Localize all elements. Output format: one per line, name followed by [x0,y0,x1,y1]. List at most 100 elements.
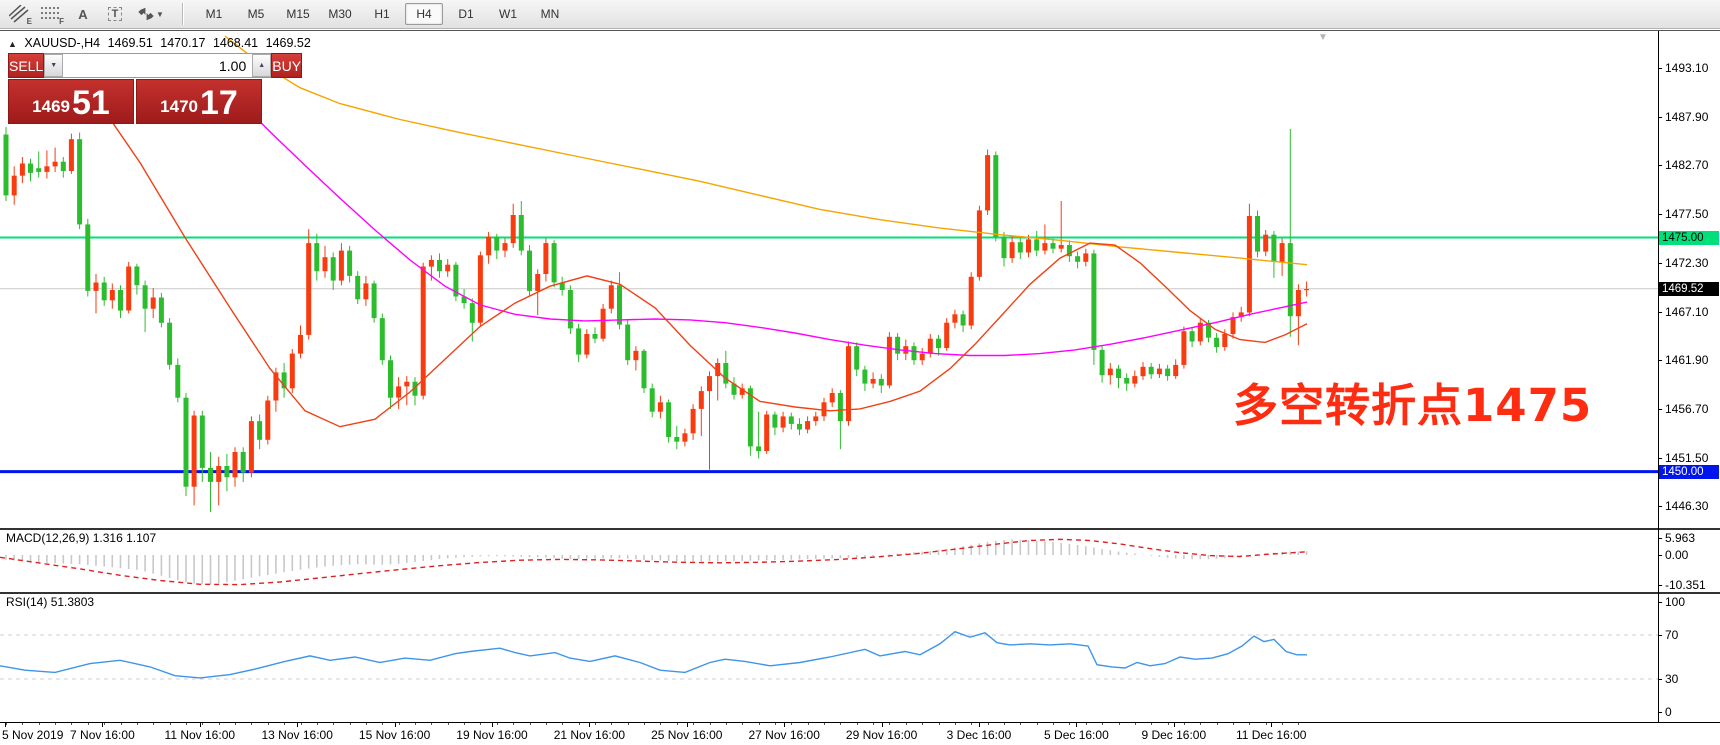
macd-label: MACD(12,26,9) 1.316 1.107 [6,531,156,545]
time-minor-tick [480,723,481,725]
chevron-down-icon: ▼ [156,10,164,19]
timeframe-button-m30[interactable]: M30 [321,3,359,25]
tool-letter: F [59,17,64,26]
time-minor-tick [448,723,449,725]
time-tick [200,723,201,727]
equidistant-channel-icon[interactable]: E [6,3,32,25]
time-minor-tick [955,723,956,725]
buy-price-small: 1470 [160,94,198,120]
buy-price-display[interactable]: 1470 17 [136,79,262,124]
rsi-axis-label: 30 [1665,672,1678,686]
chart-top-border [0,30,1720,31]
time-minor-tick [399,723,400,725]
timeframe-button-m15[interactable]: M15 [279,3,317,25]
text-tool-icon[interactable]: A [70,3,96,25]
time-axis-label: 13 Nov 16:00 [252,728,342,742]
timeframe-button-m5[interactable]: M5 [237,3,275,25]
rsi-label: RSI(14) 51.3803 [6,595,94,609]
time-minor-tick [1020,723,1021,725]
price-axis-label: 1461.90 [1665,353,1708,367]
fibonacci-retracement-icon[interactable]: F [38,3,64,25]
time-minor-tick [186,723,187,725]
buy-button[interactable]: BUY [271,53,302,78]
timeframe-button-h4[interactable]: H4 [405,3,443,25]
timeframe-button-d1[interactable]: D1 [447,3,485,25]
time-minor-tick [333,723,334,725]
symbol-arrow-icon: ▲ [8,39,17,49]
time-minor-tick [742,723,743,725]
time-minor-tick [1004,723,1005,725]
time-minor-tick [22,723,23,725]
timeframe-button-m1[interactable]: M1 [195,3,233,25]
time-minor-tick [791,723,792,725]
time-minor-tick [710,723,711,725]
rsi-indicator-panel[interactable] [0,594,1658,722]
time-minor-tick [382,723,383,725]
time-axis-label: 21 Nov 16:00 [544,728,634,742]
timeframe-button-h1[interactable]: H1 [363,3,401,25]
chart-shift-marker-icon[interactable]: ▼ [1318,32,1328,43]
ohlc-close: 1469.52 [266,36,311,50]
tool-letter: T [108,7,123,21]
time-tick [1174,723,1175,727]
price-axis-label: 1451.50 [1665,451,1708,465]
toolbar: E F A T ▼ M1M5M15M30H1H4D1W1MN [0,0,1720,29]
time-minor-tick [71,723,72,725]
time-minor-tick [595,723,596,725]
time-minor-tick [1168,723,1169,725]
price-axis-label: 1446.30 [1665,499,1708,513]
macd-indicator-panel[interactable] [0,530,1658,592]
time-minor-tick [235,723,236,725]
price-axis[interactable]: 1493.101487.901482.701477.501472.301467.… [1658,29,1720,745]
chart-ohlc-header: ▲ XAUUSD-,H4 1469.51 1470.17 1468.41 146… [8,36,315,50]
timeframe-button-mn[interactable]: MN [531,3,569,25]
time-minor-tick [611,723,612,725]
price-axis-label: 1477.50 [1665,207,1708,221]
time-minor-tick [579,723,580,725]
price-axis-label: 1472.30 [1665,256,1708,270]
text-label-tool-icon[interactable]: T [102,3,128,25]
macd-axis-label: 0.00 [1665,548,1688,562]
macd-axis-label: 5.963 [1665,531,1695,545]
time-minor-tick [88,723,89,725]
volume-input[interactable] [63,54,252,77]
sell-price-big: 51 [72,86,110,120]
volume-increase-button[interactable]: ▲ [252,54,271,77]
ohlc-open: 1469.51 [108,36,153,50]
time-minor-tick [1282,723,1283,725]
price-axis-label: 1493.10 [1665,61,1708,75]
price-axis-label: 1487.90 [1665,110,1708,124]
macd-name: MACD(12,26,9) [6,531,89,545]
green-price-badge: 1475.00 [1659,231,1719,245]
time-minor-tick [268,723,269,725]
time-minor-tick [922,723,923,725]
time-axis[interactable]: 5 Nov 20197 Nov 16:0011 Nov 16:0013 Nov … [0,723,1658,745]
arrows-tool-icon[interactable]: ▼ [134,3,168,25]
time-tick [395,723,396,727]
rsi-line [0,632,1307,678]
rsi-axis-label: 70 [1665,628,1678,642]
time-tick [492,723,493,727]
toolbar-separator [182,3,183,25]
price-axis-label: 1482.70 [1665,158,1708,172]
time-minor-tick [808,723,809,725]
time-minor-tick [153,723,154,725]
time-axis-label: 3 Dec 16:00 [934,728,1024,742]
sell-price-display[interactable]: 1469 51 [8,79,134,124]
time-tick [687,723,688,727]
time-minor-tick [775,723,776,725]
time-minor-tick [497,723,498,725]
time-minor-tick [1217,723,1218,725]
sell-button[interactable]: SELL [8,53,44,78]
time-minor-tick [284,723,285,725]
volume-decrease-button[interactable]: ▼ [44,54,63,77]
time-axis-label: 5 Dec 16:00 [1031,728,1121,742]
time-minor-tick [104,723,105,725]
tool-letter: E [27,17,32,26]
time-minor-tick [660,723,661,725]
timeframe-button-w1[interactable]: W1 [489,3,527,25]
buy-price-big: 17 [200,86,238,120]
time-minor-tick [677,723,678,725]
time-minor-tick [1249,723,1250,725]
rsi-axis-label: 0 [1665,705,1672,719]
